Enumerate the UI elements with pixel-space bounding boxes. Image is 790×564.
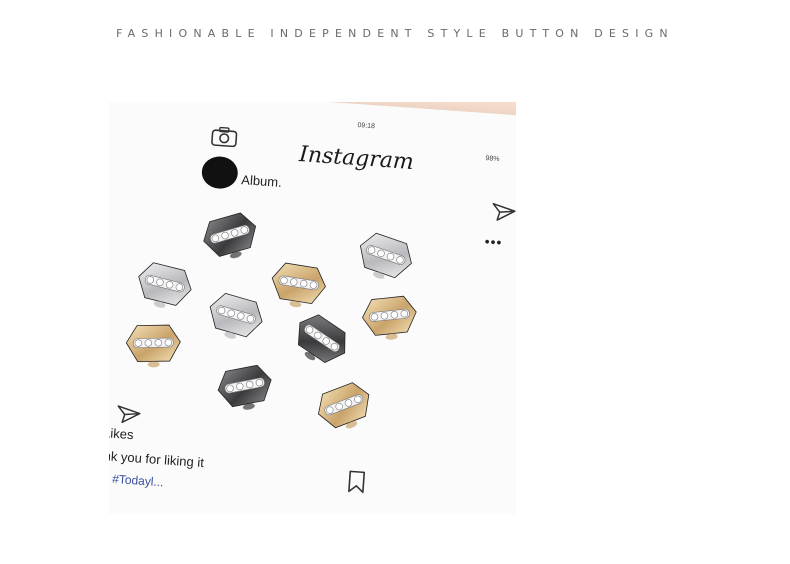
rhinestone-button-gold bbox=[264, 258, 331, 318]
avatar bbox=[200, 155, 239, 190]
rhinestone-button-gunmetal bbox=[280, 304, 358, 380]
rhinestone-button-silver bbox=[199, 287, 271, 353]
status-battery: 98% bbox=[485, 155, 500, 164]
rhinestone-button-gold bbox=[357, 292, 422, 349]
rhinestone-button-gold bbox=[308, 375, 382, 444]
rhinestone-button-gunmetal bbox=[195, 206, 267, 272]
rhinestone-button-gold bbox=[123, 322, 184, 374]
more-options-icon: ••• bbox=[484, 233, 503, 251]
instagram-mockup-card: 09:18 98% Instagram Album. ••• 520.1314 … bbox=[109, 102, 516, 514]
post-hashtags: are daily life# #Todayl... bbox=[109, 467, 164, 490]
page-headline: FASHIONABLE INDEPENDENT STYLE BUTTON DES… bbox=[116, 27, 674, 40]
post-caption: bum. : Thank you for liking it bbox=[109, 444, 205, 471]
rhinestone-button-gunmetal bbox=[211, 360, 280, 422]
app-title: Instagram bbox=[298, 142, 415, 176]
send-icon bbox=[492, 202, 516, 221]
share-icon bbox=[117, 405, 141, 424]
bookmark-icon bbox=[348, 470, 366, 494]
rhinestone-button-silver bbox=[347, 226, 420, 294]
product-photo: 09:18 98% Instagram Album. ••• 520.1314 … bbox=[109, 102, 516, 514]
album-name: Album. bbox=[240, 172, 283, 190]
rhinestone-button-silver bbox=[128, 256, 199, 320]
camera-icon bbox=[211, 126, 238, 148]
status-time: 09:18 bbox=[357, 122, 376, 131]
buttons-layout bbox=[109, 102, 516, 429]
